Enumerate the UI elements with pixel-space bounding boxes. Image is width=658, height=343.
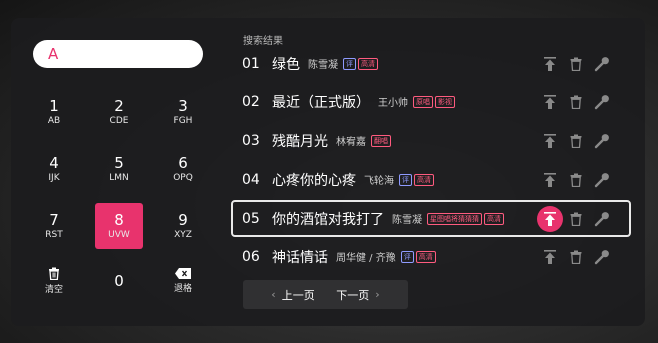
trash-icon [48,267,60,284]
key-letters: IJK [48,173,60,183]
delete-icon[interactable] [563,167,589,193]
microphone-icon[interactable] [589,128,615,154]
row-index: 01 [242,55,260,72]
delete-icon[interactable] [563,206,589,232]
microphone-icon[interactable] [589,244,615,270]
key-number: 2 [114,97,124,115]
badge: 评 [400,250,414,263]
chevron-left-icon: ‹ [271,288,276,301]
move-to-top-icon[interactable] [537,89,563,115]
badge: 评 [399,173,412,186]
key-6[interactable]: 6 OPQ [159,146,207,192]
key-letters: AB [47,116,61,126]
key-letters: LMN [109,173,129,183]
key-2[interactable]: 2 CDE [95,89,143,135]
key-letters: OPQ [173,173,193,183]
search-input-value: A [48,45,59,63]
search-input[interactable]: A [33,40,203,68]
key-7[interactable]: 7 RST [30,203,78,249]
badge: 翻唱 [371,134,391,147]
song-title: 残酷月光 [272,133,328,150]
artist-name: 陈雪凝 [392,215,422,226]
song-title: 你的酒馆对我打了 [272,211,384,228]
key-letters: FGH [173,116,193,126]
badge: 评 [343,57,356,70]
key-9[interactable]: 9 XYZ [159,203,207,249]
backspace-label: 退格 [173,284,192,294]
badge: 影视 [435,95,455,108]
key-number: 1 [49,97,59,115]
key-5[interactable]: 5 LMN [95,146,143,192]
artist-name: 飞轮海 [364,176,394,187]
delete-icon[interactable] [563,128,589,154]
song-search-panel: A 1 AB 2 CDE 3 FGH 4 IJK 5 LMN 6 OPQ 7 R… [11,18,645,326]
row-index: 03 [242,132,260,149]
microphone-icon[interactable] [589,89,615,115]
key-3[interactable]: 3 FGH [159,89,207,135]
artist-name: 林宥嘉 [336,137,366,148]
key-letters: UVW [108,230,130,240]
key-number: 7 [49,211,59,229]
chevron-right-icon: › [375,288,380,301]
artist-name: 陈雪凝 [308,60,338,71]
result-row[interactable]: 04 心疼你的心疼 飞轮海 评 高清 [231,161,631,198]
backspace-button[interactable]: 退格 [159,258,207,304]
move-to-top-icon[interactable] [537,244,563,270]
delete-icon[interactable] [563,244,589,270]
key-0[interactable]: 0 [95,258,143,304]
delete-icon[interactable] [563,51,589,77]
move-to-top-icon[interactable] [537,51,563,77]
key-number: 9 [178,211,188,229]
key-number: 4 [49,154,59,172]
key-8[interactable]: 8 UVW [95,203,143,249]
delete-icon[interactable] [563,89,589,115]
row-index: 02 [242,93,260,110]
result-row[interactable]: 02 最近（正式版） 王小帅 原唱 影视 [231,83,631,120]
badge: 高清 [415,250,436,263]
move-to-top-icon[interactable] [537,128,563,154]
song-title: 最近（正式版） [272,94,370,111]
key-letters: RST [45,230,63,240]
key-number: 5 [114,154,124,172]
artist-name: 周华健 / 齐豫 [336,253,396,264]
badge: 原唱 [413,95,433,108]
key-letters: CDE [109,116,129,126]
key-1[interactable]: 1 AB [30,89,78,135]
result-row[interactable]: 03 残酷月光 林宥嘉 翻唱 [231,122,631,159]
move-to-top-icon[interactable] [537,167,563,193]
clear-button[interactable]: 清空 [30,258,78,304]
badge: 高清 [358,57,378,70]
move-to-top-icon[interactable] [537,205,563,232]
song-title: 神话情话 [272,249,328,266]
result-row[interactable]: 06 神话情话 周华健 / 齐豫 评 高清 [231,238,631,275]
microphone-icon[interactable] [589,206,615,232]
next-page-label: 下一页 [336,288,370,302]
row-index: 05 [242,210,260,227]
microphone-icon[interactable] [589,167,615,193]
key-letters: XYZ [174,230,192,240]
key-number: 8 [114,211,124,229]
clear-label: 清空 [44,284,63,295]
song-title: 心疼你的心疼 [272,172,356,189]
song-title: 绿色 [272,56,300,73]
artist-name: 王小帅 [378,98,408,109]
result-row[interactable]: 01 绿色 陈雪凝 评 高清 [231,45,631,82]
backspace-icon [175,267,191,283]
prev-page-label: 上一页 [281,288,315,302]
result-row-selected[interactable]: 05 你的酒馆对我打了 陈雪凝 星图唱将猜猜猜 高清 [231,200,631,237]
row-index: 06 [242,248,260,265]
key-4[interactable]: 4 IJK [30,146,78,192]
key-number: 6 [178,154,188,172]
microphone-icon[interactable] [589,51,615,77]
key-number: 0 [114,272,124,290]
key-number: 3 [178,97,188,115]
next-page-button[interactable]: 下一页 › [314,280,408,309]
badge: 高清 [484,212,504,225]
badge: 高清 [414,173,434,186]
badge: 星图唱将猜猜猜 [427,212,482,225]
row-index: 04 [242,171,260,188]
